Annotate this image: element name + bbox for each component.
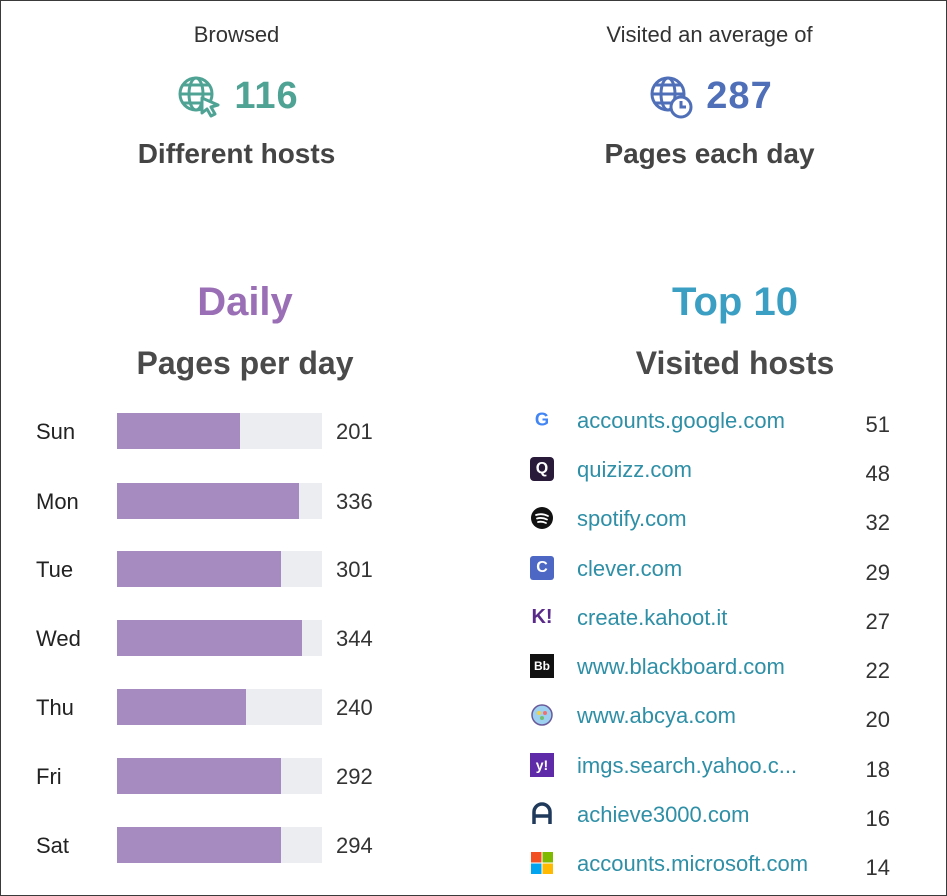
day-bar-track (117, 758, 322, 794)
host-name[interactable]: accounts.google.com (577, 408, 785, 434)
spotify-icon (530, 506, 554, 530)
day-label: Fri (36, 764, 62, 789)
host-row[interactable]: spotify.com 32 (530, 506, 910, 546)
host-count: 27 (865, 609, 890, 634)
day-bar-fill (117, 551, 281, 587)
host-name[interactable]: achieve3000.com (577, 802, 749, 828)
day-value: 292 (336, 764, 373, 789)
day-label: Thu (36, 695, 74, 720)
host-name[interactable]: www.blackboard.com (577, 654, 785, 680)
day-value: 336 (336, 489, 373, 514)
host-count: 48 (865, 461, 890, 486)
yahoo-icon: y! (530, 753, 554, 777)
host-row[interactable]: Q quizizz.com 48 (530, 457, 910, 497)
day-bar-fill (117, 827, 281, 863)
svg-text:G: G (535, 409, 549, 430)
host-name[interactable]: spotify.com (577, 506, 687, 532)
host-row[interactable]: K! create.kahoot.it 27 (530, 605, 910, 645)
achieve3000-icon (530, 802, 554, 826)
day-bar-fill (117, 689, 247, 725)
host-name[interactable]: clever.com (577, 556, 682, 582)
pages-label: Pages each day (604, 138, 815, 169)
host-name[interactable]: accounts.microsoft.com (577, 851, 808, 877)
host-count: 14 (865, 855, 890, 880)
host-name[interactable]: create.kahoot.it (577, 605, 727, 631)
top-hosts-title: Top 10 (672, 280, 798, 324)
pages-value-row: 287 (473, 72, 946, 120)
day-label: Sun (36, 419, 76, 444)
host-name[interactable]: www.abcya.com (577, 703, 736, 729)
daily-section-header: Daily Pages per day (0, 280, 490, 382)
globe-clock-icon (650, 76, 693, 119)
day-label: Wed (36, 626, 81, 651)
day-label: Tue (36, 557, 74, 582)
google-icon: G (530, 408, 554, 432)
host-count: 18 (865, 757, 890, 782)
day-label: Sat (36, 833, 70, 858)
top-hosts-subtitle: Visited hosts (635, 345, 835, 381)
globe-cursor-icon (178, 76, 220, 118)
host-row[interactable]: achieve3000.com 16 (530, 802, 910, 842)
day-bar-track (117, 620, 322, 656)
host-name[interactable]: imgs.search.yahoo.c... (577, 753, 797, 779)
day-bar-fill (117, 620, 302, 656)
day-value: 294 (336, 833, 373, 858)
kahoot-icon: K! (531, 605, 553, 628)
blackboard-icon: Bb (530, 654, 554, 678)
quizizz-icon: Q (530, 457, 554, 481)
day-bar-track (117, 551, 322, 587)
host-count: 32 (865, 510, 890, 535)
microsoft-icon (530, 851, 554, 875)
day-value: 201 (336, 419, 373, 444)
host-count: 16 (865, 806, 890, 831)
hosts-count: 116 (234, 74, 299, 117)
host-row[interactable]: C clever.com 29 (530, 556, 910, 596)
day-bar-track (117, 483, 322, 519)
day-bar-track (117, 689, 322, 725)
day-value: 240 (336, 695, 373, 720)
day-bar-track (117, 827, 322, 863)
abcya-icon (530, 703, 554, 727)
host-row[interactable]: G accounts.google.com 51 (530, 408, 910, 448)
day-bar-fill (117, 758, 281, 794)
host-row[interactable]: y! imgs.search.yahoo.c... 18 (530, 753, 910, 793)
daily-subtitle: Pages per day (136, 345, 354, 381)
hosts-caption: Browsed (193, 22, 280, 47)
day-label: Mon (36, 489, 79, 514)
pages-count: 287 (706, 74, 773, 117)
pages-caption: Visited an average of (606, 22, 813, 47)
host-row[interactable]: www.abcya.com 20 (530, 703, 910, 743)
hosts-value-row: 116 (0, 72, 473, 120)
host-count: 51 (865, 412, 890, 437)
hosts-label: Different hosts (137, 138, 336, 169)
host-row[interactable]: Bb www.blackboard.com 22 (530, 654, 910, 694)
host-row[interactable]: accounts.microsoft.com 14 (530, 851, 910, 891)
host-name[interactable]: quizizz.com (577, 457, 692, 483)
day-value: 344 (336, 626, 373, 651)
host-count: 29 (865, 560, 890, 585)
day-bar-track (117, 413, 322, 449)
top-hosts-section-header: Top 10 Visited hosts (490, 280, 947, 382)
day-value: 301 (336, 557, 373, 582)
daily-title: Daily (197, 280, 293, 324)
day-bar-fill (117, 413, 240, 449)
clever-icon: C (530, 556, 554, 580)
host-count: 22 (865, 658, 890, 683)
day-bar-fill (117, 483, 300, 519)
host-count: 20 (865, 707, 890, 732)
